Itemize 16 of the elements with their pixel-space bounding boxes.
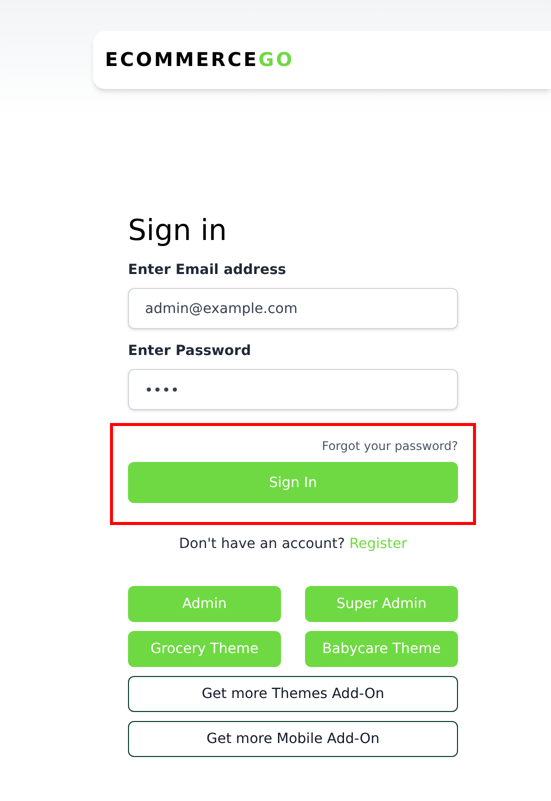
password-field[interactable]: •••• <box>128 369 458 410</box>
field-label: Enter Email address <box>128 261 288 280</box>
sign-in-button[interactable]: Sign In <box>128 462 458 503</box>
register-link[interactable]: Register <box>349 536 407 552</box>
add-on-button[interactable]: Get more Themes Add-On <box>128 676 458 712</box>
theme-button[interactable]: Super Admin <box>305 586 458 622</box>
forgot-password-link[interactable]: Forgot your password? <box>322 438 458 454</box>
add-on-button[interactable]: Get more Mobile Add-On <box>128 721 458 757</box>
theme-button[interactable]: Admin <box>128 586 281 622</box>
logo: ECOMMERCEGO <box>105 48 294 73</box>
page-title: Sign in <box>128 212 228 248</box>
register-prompt: Don't have an account? Register <box>178 535 408 554</box>
email-field[interactable]: admin@example.com <box>128 288 458 329</box>
theme-button[interactable]: Grocery Theme <box>128 631 281 667</box>
theme-button[interactable]: Babycare Theme <box>305 631 458 667</box>
field-label: Enter Password <box>128 342 252 361</box>
